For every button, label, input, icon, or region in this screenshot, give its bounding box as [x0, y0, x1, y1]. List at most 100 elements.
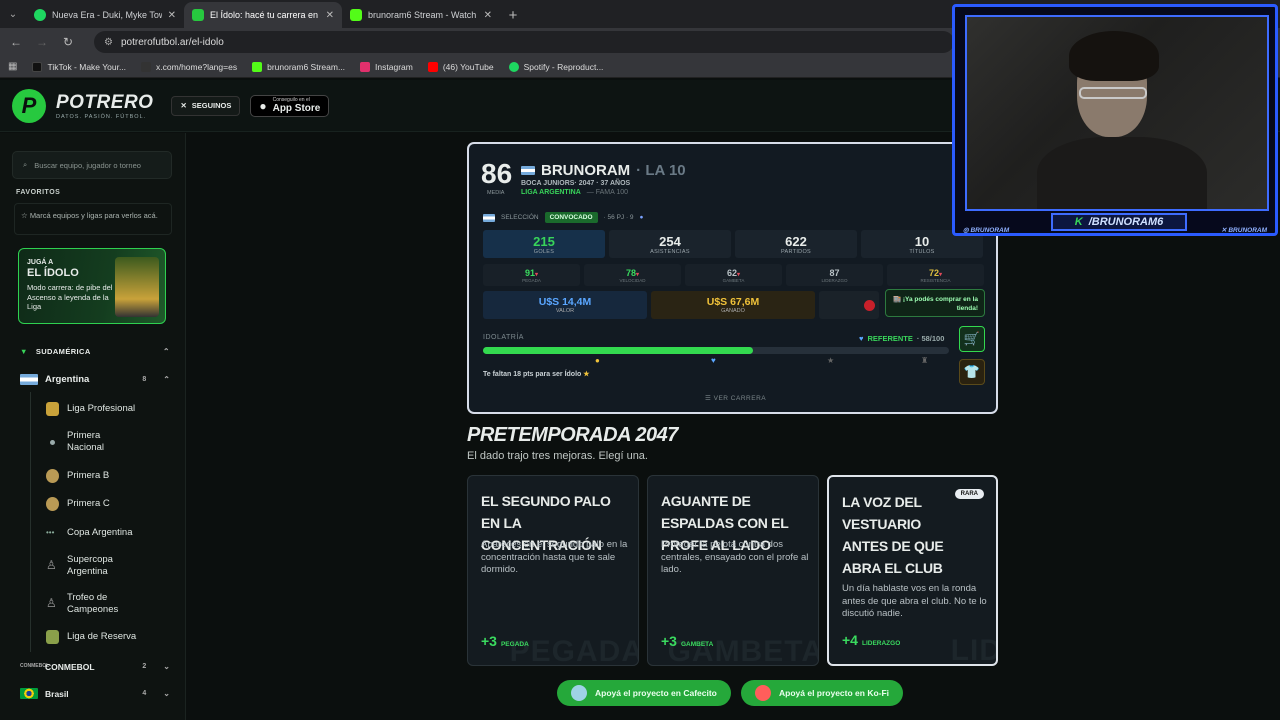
webcam-feed: [965, 15, 1269, 211]
chevron-up-icon: ⌃: [162, 347, 170, 356]
shirt-button[interactable]: 👕: [959, 359, 985, 385]
region-conmebol[interactable]: CONMEBOL CONMEBOL 2 ⌄: [20, 661, 170, 672]
league-liga-de-reserva[interactable]: Liga de Reserva: [46, 630, 170, 644]
market-value: U$S 14,4M VALOR: [483, 291, 647, 319]
search-input[interactable]: ⌕ Buscar equipo, jugador o torneo: [12, 151, 172, 179]
league-liga-profesional[interactable]: Liga Profesional: [46, 402, 170, 416]
store-icon: 🏬: [892, 296, 903, 303]
league-crest-icon: [46, 630, 59, 644]
money-row: U$S 14,4M VALOR U$S 67,6M GANADO: [483, 291, 879, 319]
player-card: 86 MEDIA BRUNORAM · LA 10 BOCA JUNIORS· …: [467, 142, 998, 414]
country-brasil[interactable]: Brasil 4 ⌄: [20, 688, 170, 699]
reload-icon[interactable]: ↻: [62, 35, 74, 49]
address-bar[interactable]: ⚙ potrerofutbol.ar/el-idolo: [94, 31, 954, 53]
upgrade-card-gambeta[interactable]: GAMBETA AGUANTE DE ESPALDAS CON EL PROFE…: [647, 475, 819, 666]
kofi-button[interactable]: Apoyá el proyecto en Ko-Fi: [741, 680, 904, 706]
sidebar: ⌕ Buscar equipo, jugador o torneo FAVORI…: [0, 133, 186, 720]
argentina-flag-icon: [521, 166, 535, 175]
forward-icon[interactable]: →: [36, 35, 48, 49]
bookmark-x[interactable]: x.com/home?lang=es: [141, 61, 237, 72]
trophy-icon: ♙: [46, 558, 57, 572]
attr-velocidad: 78▾ VELOCIDAD: [584, 264, 681, 286]
league-crest-icon: [46, 497, 59, 511]
region-sudamerica[interactable]: ▼ SUDAMÉRICA ⌃: [20, 347, 170, 356]
tab-el-idolo[interactable]: El Ídolo: hacé tu carrera en la Li ✕: [184, 2, 342, 28]
chevron-up-icon: ⌃: [163, 375, 170, 384]
shop-cart-button[interactable]: 🛒: [959, 326, 985, 352]
site-info-icon[interactable]: ⚙: [104, 37, 113, 48]
potrero-icon: [192, 9, 204, 21]
trophy-icon: ♙: [46, 596, 57, 610]
tab-kick-stream[interactable]: brunoram6 Stream - Watch Live ✕: [342, 2, 500, 28]
cafecito-icon: [571, 685, 587, 701]
close-icon[interactable]: ✕: [326, 10, 334, 21]
star-icon: ★: [583, 371, 590, 378]
league-crest-icon: [46, 469, 59, 483]
instagram-icon: [360, 61, 371, 72]
tiktok-icon: [32, 61, 43, 72]
favorites-title: FAVORITOS: [16, 189, 61, 196]
selection-row: SELECCIÓN CONVOCADO · 56 PJ · 9 ●: [483, 212, 643, 223]
idolatry-status: ♥ REFERENTE · 58/100: [859, 334, 945, 343]
pin-icon: ▼: [20, 347, 28, 356]
close-icon[interactable]: ✕: [484, 10, 492, 21]
league-primera-c[interactable]: Primera C: [46, 497, 170, 511]
bookmark-kick[interactable]: brunoram6 Stream...: [252, 61, 345, 72]
player-card-image: [115, 257, 159, 317]
idolatry-progress-bar: [483, 347, 949, 354]
player-name: BRUNORAM · LA 10: [521, 162, 686, 179]
bookmark-tiktok[interactable]: TikTok - Make Your...: [32, 61, 126, 72]
tab-search-icon[interactable]: ⌄: [0, 0, 26, 28]
argentina-flag-icon: [483, 213, 495, 222]
apps-icon[interactable]: ▦: [8, 61, 17, 72]
ball-icon: ●: [639, 214, 644, 221]
potrero-logo-icon[interactable]: P: [12, 88, 46, 123]
tree-line: [30, 392, 31, 652]
argentina-flag-icon: [20, 374, 38, 385]
idolatry-progress-fill: [483, 347, 754, 354]
el-idolo-promo[interactable]: JUGÁ A EL ÍDOLO Modo carrera: de pibe de…: [18, 248, 166, 324]
chevron-down-icon: ⌄: [163, 662, 170, 671]
league-trofeo-de-campeones[interactable]: ♙ Trofeo de Campeones: [46, 592, 170, 616]
country-argentina[interactable]: Argentina 8 ⌃: [20, 374, 170, 385]
follow-x-button[interactable]: ✕ SEGUINOS: [171, 95, 241, 116]
kick-icon: [252, 61, 263, 72]
stat-goles: 215 GOLES: [483, 230, 605, 258]
star-icon: ☆: [21, 211, 30, 220]
x-icon: [141, 61, 152, 72]
new-tab-button[interactable]: +: [500, 2, 526, 28]
back-icon[interactable]: ←: [10, 35, 22, 49]
app-store-button[interactable]: ● Conseguilo en el App Store: [250, 94, 330, 117]
cart-icon: 🛒: [963, 331, 981, 346]
stat-partidos: 622 PARTIDOS: [735, 230, 857, 258]
favorites-empty: ☆ Marcá equipos y ligas para verlos acá.: [14, 203, 172, 235]
league-dots-icon: •••: [46, 528, 55, 537]
milan-crest-icon: [864, 299, 875, 311]
tab-spotify[interactable]: Nueva Era - Duki, Myke Towers ✕: [26, 2, 184, 28]
career-stats: 215 GOLES 254 ASISTENCIAS 622 PARTIDOS 10 TÍ…: [483, 230, 983, 258]
search-icon: ⌕: [23, 160, 28, 169]
upgrade-card-pegada[interactable]: PEGADA EL SEGUNDO PALO EN LA CONCENTRACI…: [467, 475, 639, 666]
attr-liderazgo: 87 LIDERAZGO: [786, 264, 883, 286]
bookmark-youtube[interactable]: (46) YouTube: [427, 61, 494, 72]
bookmark-instagram[interactable]: Instagram: [360, 61, 413, 72]
league-primera-b[interactable]: Primera B: [46, 469, 170, 483]
league-copa-argentina[interactable]: ••• Copa Argentina: [46, 526, 170, 540]
earned-value: U$S 67,6M GANADO: [651, 291, 815, 319]
rare-badge: RARA: [954, 489, 984, 499]
ver-carrera-link[interactable]: ☰ VER CARRERA: [705, 394, 766, 402]
league-supercopa-argentina[interactable]: ♙ Supercopa Argentina: [46, 554, 170, 578]
site-logo[interactable]: POTRERO DATOS. PASIÓN. FÚTBOL.: [56, 92, 153, 120]
bookmark-spotify[interactable]: Spotify - Reproduct...: [508, 61, 603, 72]
preseason-title: PRETEMPORADA 2047: [467, 424, 678, 446]
club-crest: [819, 291, 879, 319]
conmebol-icon: CONMEBOL: [20, 663, 50, 669]
kick-icon: [350, 9, 362, 21]
streamer-handle: K /BRUNORAM6: [1051, 213, 1187, 231]
kofi-icon: [755, 685, 771, 701]
cafecito-button[interactable]: Apoyá el proyecto en Cafecito: [557, 680, 731, 706]
milestone-coin-icon: ●: [595, 356, 600, 365]
close-icon[interactable]: ✕: [168, 10, 176, 21]
league-primera-nacional[interactable]: Primera Nacional: [46, 430, 170, 454]
upgrade-card-liderazgo[interactable]: LID RARA LA VOZ DEL VESTUARIO ANTES DE Q…: [827, 475, 998, 666]
